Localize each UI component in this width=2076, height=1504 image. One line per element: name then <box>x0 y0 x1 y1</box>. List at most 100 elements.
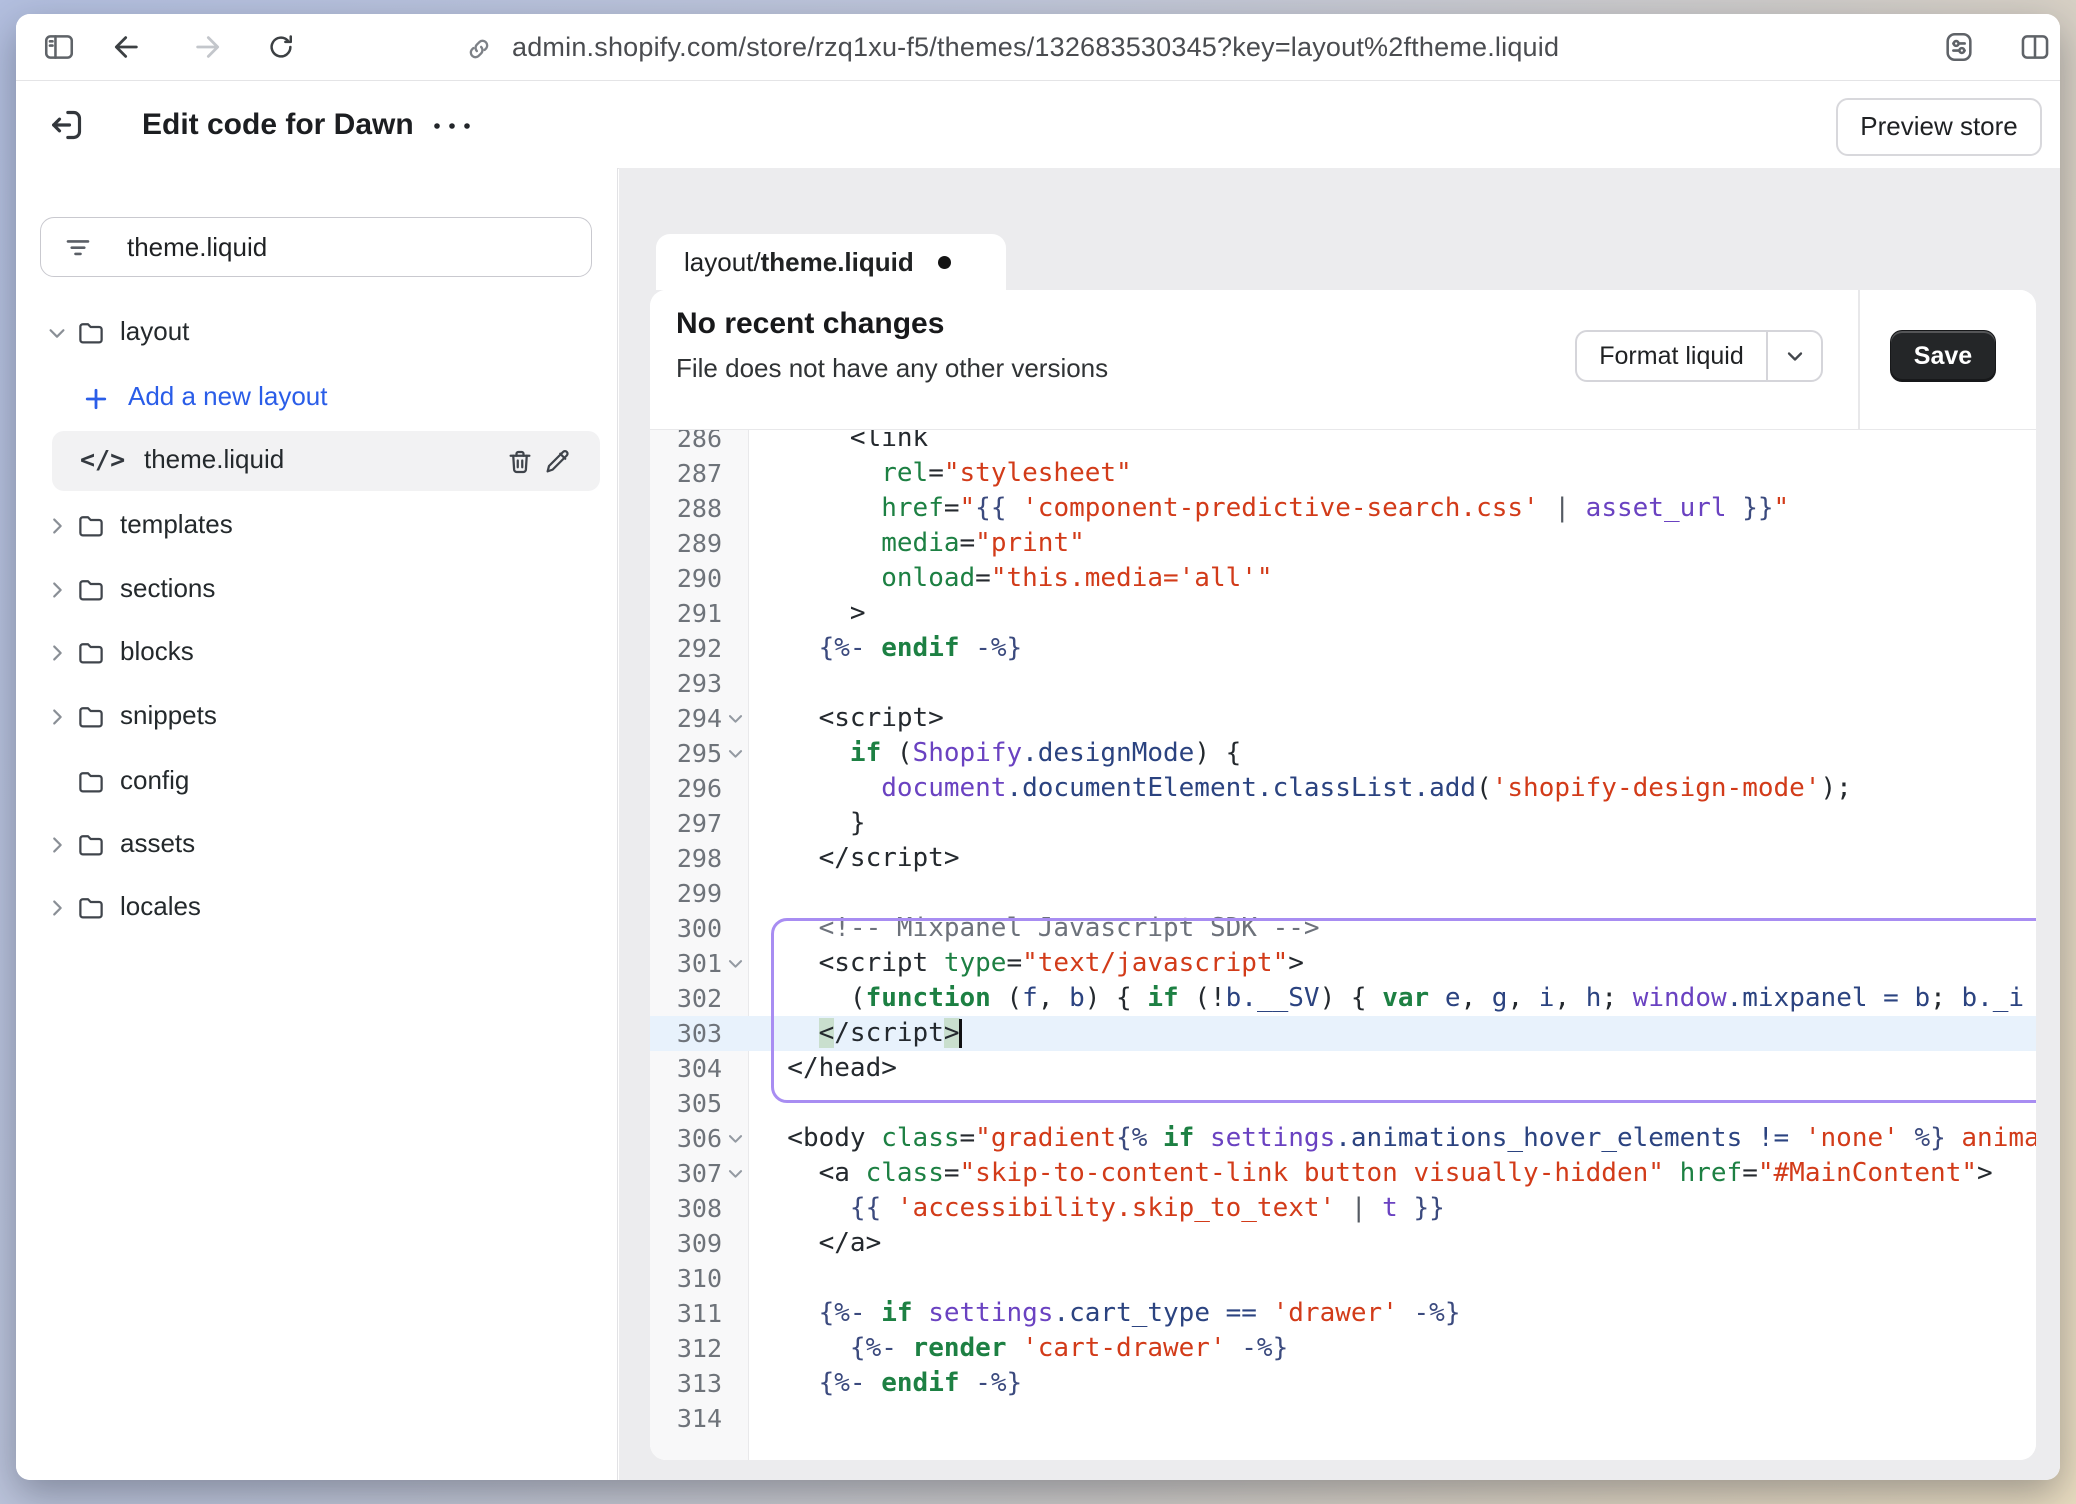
forward-icon[interactable] <box>188 28 226 66</box>
folder-label: locales <box>120 891 201 922</box>
plus-icon <box>82 385 110 418</box>
code-line[interactable]: rel="stylesheet" <box>756 456 1132 491</box>
code-line[interactable]: href="{{ 'component-predictive-search.cs… <box>756 491 1789 526</box>
fold-chevron-icon[interactable] <box>722 736 748 771</box>
sidebar-folder-assets[interactable]: assets <box>40 815 600 875</box>
code-line[interactable]: {%- endif -%} <box>756 1366 1022 1401</box>
code-line[interactable]: if (Shopify.designMode) { <box>756 736 1241 771</box>
line-number: 291 <box>650 596 722 631</box>
code-line[interactable]: {%- endif -%} <box>756 631 1022 666</box>
line-number: 310 <box>650 1261 722 1296</box>
pencil-icon[interactable] <box>542 447 572 477</box>
chevron-right-icon[interactable] <box>46 515 68 542</box>
file-label: theme.liquid <box>144 444 284 475</box>
code-line[interactable]: <script> <box>756 701 944 736</box>
folder-label: blocks <box>120 636 194 667</box>
code-line[interactable]: <a class="skip-to-content-link button vi… <box>756 1156 1993 1191</box>
code-line[interactable]: <script type="text/javascript"> <box>756 946 1304 981</box>
preview-store-button[interactable]: Preview store <box>1836 98 2042 156</box>
chevron-right-icon[interactable] <box>46 579 68 606</box>
line-number: 306 <box>650 1121 722 1156</box>
reload-icon[interactable] <box>262 28 300 66</box>
chevron-right-icon[interactable] <box>46 706 68 733</box>
code-line[interactable]: media="print" <box>756 526 1085 561</box>
code-line[interactable]: </head> <box>756 1051 897 1086</box>
code-line[interactable]: {%- if settings.cart_type == 'drawer' -%… <box>756 1296 1460 1331</box>
sidebar-folder-templates[interactable]: templates <box>40 496 600 556</box>
code-file-icon: </> <box>80 445 125 474</box>
changes-heading: No recent changes <box>676 307 944 341</box>
line-number: 307 <box>650 1156 722 1191</box>
line-number: 313 <box>650 1366 722 1401</box>
line-number: 299 <box>650 876 722 911</box>
chevron-right-icon[interactable] <box>46 642 68 669</box>
code-area[interactable]: 286 <link287 rel="stylesheet"288 href="{… <box>650 430 2036 1460</box>
folder-label: templates <box>120 509 233 540</box>
code-line[interactable]: (function (f, b) { if (!b.__SV) { var e,… <box>756 981 2024 1016</box>
search-input[interactable] <box>125 220 569 274</box>
code-line[interactable]: <link <box>756 430 928 456</box>
add-new-layout-link[interactable]: Add a new layout <box>40 368 600 428</box>
code-line[interactable]: {%- render 'cart-drawer' -%} <box>756 1331 1288 1366</box>
line-number: 301 <box>650 946 722 981</box>
chevron-right-icon[interactable] <box>46 897 68 924</box>
folder-label: sections <box>120 573 215 604</box>
split-view-icon[interactable] <box>2016 28 2054 66</box>
sidebar-folder-blocks[interactable]: blocks <box>40 623 600 683</box>
code-line[interactable]: } <box>756 806 866 841</box>
folder-icon <box>76 830 106 865</box>
code-line[interactable]: </script> <box>756 841 960 876</box>
url-field[interactable]: admin.shopify.com/store/rzq1xu-f5/themes… <box>512 14 1559 80</box>
exit-icon[interactable] <box>46 104 88 146</box>
line-number: 293 <box>650 666 722 701</box>
browser-toolbar: admin.shopify.com/store/rzq1xu-f5/themes… <box>16 14 2060 81</box>
tab-theme-liquid[interactable]: layout/theme.liquid <box>656 234 1006 290</box>
sidebar-folder-snippets[interactable]: snippets <box>40 687 600 747</box>
line-number: 295 <box>650 736 722 771</box>
sidebar-toggle-icon[interactable] <box>40 28 78 66</box>
code-line[interactable]: <body class="gradient{% if settings.anim… <box>756 1121 2036 1156</box>
fold-chevron-icon[interactable] <box>722 946 748 981</box>
sidebar-file-theme.liquid[interactable]: </> theme.liquid <box>40 431 600 491</box>
dots-icon[interactable] <box>424 106 480 146</box>
folder-icon <box>76 575 106 610</box>
format-liquid-button[interactable]: Format liquid <box>1575 330 1823 382</box>
line-number: 312 <box>650 1331 722 1366</box>
line-number: 300 <box>650 911 722 946</box>
fold-chevron-icon[interactable] <box>722 1121 748 1156</box>
back-icon[interactable] <box>108 28 146 66</box>
fold-chevron-icon[interactable] <box>722 1156 748 1191</box>
folder-icon <box>76 318 106 353</box>
save-button[interactable]: Save <box>1890 330 1996 382</box>
code-line[interactable]: <!-- Mixpanel Javascript SDK --> <box>756 911 1320 946</box>
line-number: 308 <box>650 1191 722 1226</box>
filter-icon <box>63 232 93 262</box>
line-number: 288 <box>650 491 722 526</box>
sidebar-folder-layout[interactable]: layout <box>40 303 600 363</box>
chevron-down-icon[interactable] <box>1766 332 1821 380</box>
line-number: 292 <box>650 631 722 666</box>
line-number: 290 <box>650 561 722 596</box>
trash-icon[interactable] <box>505 447 535 477</box>
sidebar-folder-config[interactable]: config <box>40 752 600 812</box>
sidebar-folder-sections[interactable]: sections <box>40 560 600 620</box>
code-line[interactable]: {{ 'accessibility.skip_to_text' | t }} <box>756 1191 1445 1226</box>
code-line[interactable]: > <box>756 596 866 631</box>
line-number: 296 <box>650 771 722 806</box>
chevron-down-icon[interactable] <box>46 322 68 349</box>
code-line[interactable]: </a> <box>756 1226 881 1261</box>
fold-chevron-icon[interactable] <box>722 701 748 736</box>
code-line[interactable]: onload="this.media='all'" <box>756 561 1273 596</box>
chevron-right-icon[interactable] <box>46 834 68 861</box>
page-title: Edit code for Dawn <box>142 82 414 168</box>
folder-icon <box>76 638 106 673</box>
code-line[interactable]: document.documentElement.classList.add('… <box>756 771 1852 806</box>
file-search[interactable] <box>40 217 592 277</box>
line-number: 294 <box>650 701 722 736</box>
sidebar-folder-locales[interactable]: locales <box>40 878 600 938</box>
add-layout-label: Add a new layout <box>128 381 327 412</box>
tab-settings-icon[interactable] <box>1940 28 1978 66</box>
folder-icon <box>76 511 106 546</box>
code-line[interactable]: </script> <box>756 1016 960 1051</box>
format-liquid-label: Format liquid <box>1577 342 1766 371</box>
